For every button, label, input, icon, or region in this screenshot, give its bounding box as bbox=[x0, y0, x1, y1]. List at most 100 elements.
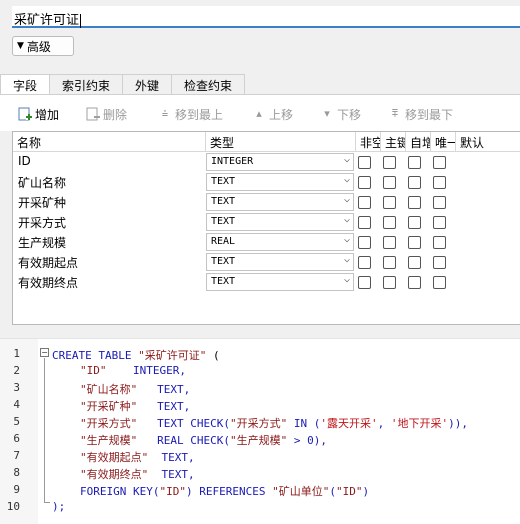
line-number: 7 bbox=[13, 449, 20, 462]
sql-identifier: "开采方式" bbox=[80, 417, 138, 430]
primary-checkbox[interactable] bbox=[383, 176, 396, 189]
autoinc-checkbox[interactable] bbox=[408, 256, 421, 269]
autoinc-checkbox[interactable] bbox=[408, 156, 421, 169]
table-name-input[interactable]: 采矿许可证 bbox=[12, 6, 520, 28]
field-name[interactable]: 开采方式 bbox=[15, 212, 205, 232]
tab-check-constraints[interactable]: 检查约束 bbox=[171, 74, 246, 94]
field-type-select[interactable]: TEXT ⌵ bbox=[206, 193, 354, 211]
code-line: ); bbox=[52, 500, 65, 513]
field-name[interactable]: 有效期终点 bbox=[15, 272, 205, 292]
add-field-button[interactable]: 增加 bbox=[18, 104, 59, 124]
field-name[interactable]: ID bbox=[15, 152, 205, 172]
column-header-default[interactable]: 默认 bbox=[456, 132, 520, 152]
notnull-checkbox[interactable] bbox=[358, 196, 371, 209]
primary-checkbox[interactable] bbox=[383, 236, 396, 249]
field-type-select[interactable]: TEXT ⌵ bbox=[206, 273, 354, 291]
tab-index-constraints[interactable]: 索引约束 bbox=[49, 74, 124, 94]
autoinc-checkbox[interactable] bbox=[408, 196, 421, 209]
primary-checkbox[interactable] bbox=[383, 256, 396, 269]
delete-field-button[interactable]: 删除 bbox=[86, 104, 127, 124]
code-line: "开采方式" TEXT CHECK("开采方式" IN ('露天开采', '地下… bbox=[80, 415, 468, 431]
field-row[interactable]: 生产规模 REAL ⌵ bbox=[13, 232, 520, 252]
fold-guide-line bbox=[44, 358, 45, 503]
primary-checkbox[interactable] bbox=[383, 216, 396, 229]
field-type-select[interactable]: REAL ⌵ bbox=[206, 233, 354, 251]
sql-punct: ); bbox=[52, 500, 66, 513]
notnull-checkbox[interactable] bbox=[358, 276, 371, 289]
fold-collapse-icon[interactable]: − bbox=[40, 348, 49, 357]
chevron-down-icon: ⌵ bbox=[343, 214, 350, 225]
field-name[interactable]: 生产规模 bbox=[15, 232, 205, 252]
column-header-notnull[interactable]: 非空 bbox=[356, 132, 381, 152]
move-top-label: 移到最上 bbox=[175, 107, 224, 122]
tab-fields[interactable]: 字段 bbox=[0, 74, 51, 95]
line-number: 5 bbox=[13, 415, 20, 428]
sql-keyword: REAL CHECK( bbox=[157, 434, 230, 447]
column-header-autoinc[interactable]: 自增 bbox=[406, 132, 431, 152]
arrow-up-icon: ▴ bbox=[256, 107, 262, 120]
column-header-unique[interactable]: 唯一 bbox=[431, 132, 456, 152]
field-row[interactable]: ID INTEGER ⌵ bbox=[13, 152, 520, 172]
chevron-down-icon: ⌵ bbox=[343, 254, 350, 265]
primary-checkbox[interactable] bbox=[383, 276, 396, 289]
column-header-name[interactable]: 名称 bbox=[13, 132, 206, 152]
sql-keyword: TEXT, bbox=[161, 468, 195, 481]
unique-checkbox[interactable] bbox=[433, 236, 446, 249]
unique-checkbox[interactable] bbox=[433, 256, 446, 269]
column-header-primary[interactable]: 主键 bbox=[381, 132, 406, 152]
field-row[interactable]: 开采矿种 TEXT ⌵ bbox=[13, 192, 520, 212]
unique-checkbox[interactable] bbox=[433, 156, 446, 169]
primary-checkbox[interactable] bbox=[383, 156, 396, 169]
field-name[interactable]: 开采矿种 bbox=[15, 192, 205, 212]
autoinc-checkbox[interactable] bbox=[408, 236, 421, 249]
field-name[interactable]: 有效期起点 bbox=[15, 252, 205, 272]
chevron-down-icon: ⌵ bbox=[343, 154, 350, 165]
code-line: "矿山名称" TEXT, bbox=[80, 381, 190, 397]
code-line: FOREIGN KEY("ID") REFERENCES "矿山单位"("ID"… bbox=[80, 483, 369, 499]
primary-checkbox[interactable] bbox=[383, 196, 396, 209]
unique-checkbox[interactable] bbox=[433, 196, 446, 209]
unique-checkbox[interactable] bbox=[433, 176, 446, 189]
move-top-button[interactable]: ⩮ 移到最上 bbox=[158, 104, 223, 124]
autoinc-checkbox[interactable] bbox=[408, 276, 421, 289]
autoinc-checkbox[interactable] bbox=[408, 216, 421, 229]
notnull-checkbox[interactable] bbox=[358, 156, 371, 169]
field-type-select[interactable]: TEXT ⌵ bbox=[206, 253, 354, 271]
unique-checkbox[interactable] bbox=[433, 216, 446, 229]
sql-keyword: ) REFERENCES bbox=[185, 485, 273, 498]
chevron-down-icon: ⌵ bbox=[343, 194, 350, 205]
notnull-checkbox[interactable] bbox=[358, 216, 371, 229]
sql-keyword: FOREIGN KEY( bbox=[80, 485, 160, 498]
code-line: CREATE TABLE "采矿许可证" ( bbox=[52, 347, 220, 363]
notnull-checkbox[interactable] bbox=[358, 236, 371, 249]
field-row[interactable]: 有效期起点 TEXT ⌵ bbox=[13, 252, 520, 272]
move-bottom-icon: ⩱ bbox=[391, 107, 399, 120]
sql-identifier: "矿山名称" bbox=[80, 383, 138, 396]
move-down-button[interactable]: ▾ 下移 bbox=[320, 104, 361, 124]
field-type-select[interactable]: TEXT ⌵ bbox=[206, 213, 354, 231]
sql-keyword: TEXT, bbox=[157, 400, 191, 413]
notnull-checkbox[interactable] bbox=[358, 176, 371, 189]
field-type-value: TEXT bbox=[211, 256, 236, 267]
column-header-type[interactable]: 类型 bbox=[206, 132, 356, 152]
field-type-select[interactable]: TEXT ⌵ bbox=[206, 173, 354, 191]
tab-foreign-keys[interactable]: 外键 bbox=[122, 74, 173, 94]
sql-identifier: "矿山单位" bbox=[272, 485, 330, 498]
code-line: "有效期起点" TEXT, bbox=[80, 449, 195, 465]
field-row[interactable]: 有效期终点 TEXT ⌵ bbox=[13, 272, 520, 292]
field-name[interactable]: 矿山名称 bbox=[15, 172, 205, 192]
line-number: 8 bbox=[13, 466, 20, 479]
sql-keyword: TEXT CHECK( bbox=[157, 417, 230, 430]
autoinc-checkbox[interactable] bbox=[408, 176, 421, 189]
sql-preview-editor[interactable]: 1 2 3 4 5 6 7 8 9 10 − CREATE TABLE "采矿许… bbox=[0, 338, 520, 524]
sql-identifier: "生产规模" bbox=[80, 434, 138, 447]
field-type-select[interactable]: INTEGER ⌵ bbox=[206, 153, 354, 171]
field-row[interactable]: 开采方式 TEXT ⌵ bbox=[13, 212, 520, 232]
notnull-checkbox[interactable] bbox=[358, 256, 371, 269]
move-bottom-button[interactable]: ⩱ 移到最下 bbox=[388, 104, 453, 124]
move-up-label: 上移 bbox=[269, 107, 294, 122]
move-up-button[interactable]: ▴ 上移 bbox=[252, 104, 293, 124]
advanced-toggle-button[interactable]: ▼ 高级 bbox=[12, 36, 74, 56]
unique-checkbox[interactable] bbox=[433, 276, 446, 289]
field-row[interactable]: 矿山名称 TEXT ⌵ bbox=[13, 172, 520, 192]
